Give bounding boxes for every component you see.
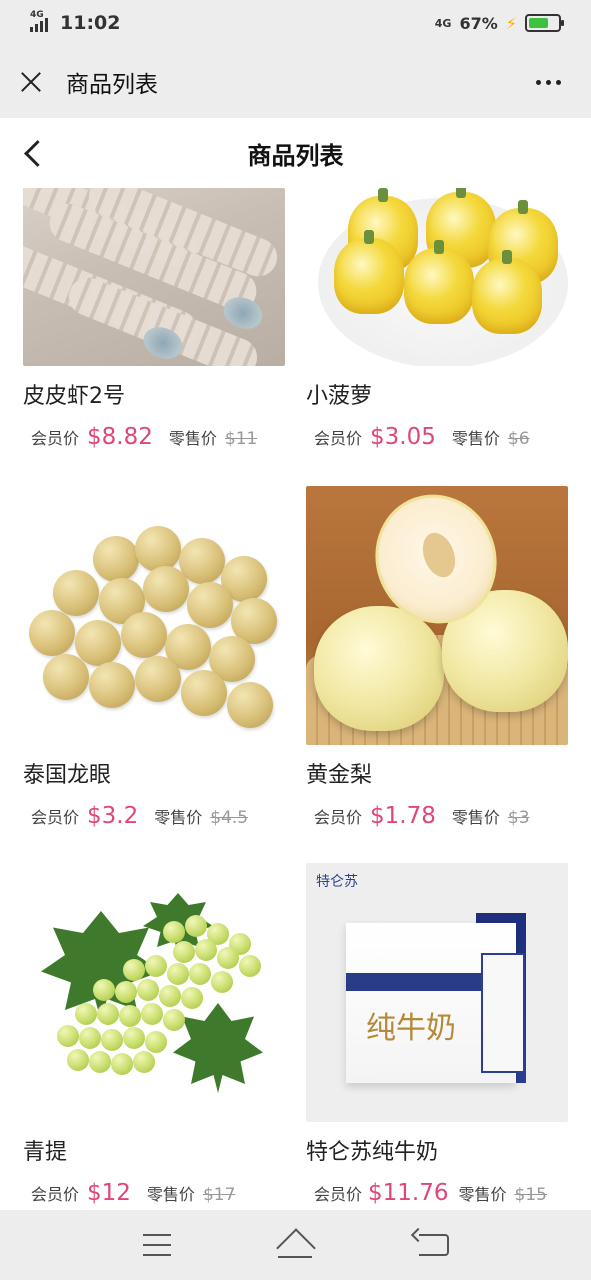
product-image-longan[interactable] — [23, 486, 285, 745]
menu-icon[interactable] — [142, 1234, 171, 1256]
product-image-milk[interactable]: 特仑苏 纯牛奶 — [306, 863, 568, 1122]
product-card[interactable]: 小菠萝 会员价 $3.05 零售价 $6 — [306, 188, 568, 450]
charging-icon: ⚡ — [505, 13, 517, 33]
product-name: 小菠萝 — [306, 384, 373, 409]
price-row: 会员价 $12 零售价 $17 — [23, 1180, 285, 1206]
product-grid: 皮皮虾2号 会员价 $8.82 零售价 $11 小菠萝 会员价 $3.05 零售… — [0, 188, 591, 1210]
product-image-pineapple[interactable] — [306, 188, 568, 366]
product-image-grapes[interactable] — [23, 863, 285, 1122]
price-row: 会员价 $3.05 零售价 $6 — [306, 424, 568, 450]
status-left: 4G 11:02 — [30, 10, 120, 36]
milk-brand-logo: 特仑苏 — [316, 874, 358, 890]
back-icon[interactable] — [22, 138, 44, 168]
member-price: $11.76 — [368, 1180, 449, 1206]
battery-percent: 67% — [459, 13, 498, 33]
milk-box-text: 纯牛奶 — [366, 1011, 456, 1046]
product-card[interactable]: 黄金梨 会员价 $1.78 零售价 $3 — [306, 486, 568, 829]
retail-price: $3 — [507, 808, 530, 828]
wechat-title: 商品列表 — [66, 72, 158, 98]
status-bar: 4G 11:02 4G 67% ⚡ — [0, 0, 591, 46]
close-icon[interactable] — [18, 69, 44, 95]
product-name: 青提 — [23, 1140, 68, 1165]
price-row: 会员价 $8.82 零售价 $11 — [23, 424, 285, 450]
retail-price-label: 零售价 — [146, 1185, 195, 1204]
price-row: 会员价 $1.78 零售价 $3 — [306, 803, 568, 829]
member-price: $3.05 — [370, 424, 436, 450]
product-name: 皮皮虾2号 — [23, 384, 125, 409]
product-name: 特仑苏纯牛奶 — [306, 1140, 439, 1165]
product-name: 黄金梨 — [306, 763, 373, 788]
retail-price-label: 零售价 — [168, 429, 217, 448]
product-card[interactable]: 皮皮虾2号 会员价 $8.82 零售价 $11 — [23, 188, 285, 450]
wechat-title-bar: 商品列表 — [0, 46, 591, 118]
signal-icon: 4G — [30, 10, 52, 36]
status-right: 4G 67% ⚡ — [434, 13, 564, 33]
system-nav-bar — [0, 1210, 591, 1280]
member-price-label: 会员价 — [31, 1185, 80, 1204]
member-price: $3.2 — [87, 803, 139, 829]
home-icon[interactable] — [276, 1232, 314, 1258]
product-image-pear[interactable] — [306, 486, 568, 745]
price-row: 会员价 $11.76 零售价 $15 — [306, 1180, 568, 1206]
retail-price-label: 零售价 — [451, 429, 500, 448]
member-price-label: 会员价 — [314, 429, 363, 448]
network-type-right: 4G — [434, 16, 452, 30]
product-name: 泰国龙眼 — [23, 763, 112, 788]
battery-icon — [525, 14, 564, 32]
more-icon[interactable] — [536, 79, 561, 85]
retail-price: $6 — [507, 429, 530, 449]
retail-price: $17 — [202, 1185, 236, 1205]
back-nav-icon[interactable] — [418, 1234, 449, 1256]
retail-price-label: 零售价 — [451, 808, 500, 827]
product-card[interactable]: 青提 会员价 $12 零售价 $17 — [23, 863, 285, 1206]
price-row: 会员价 $3.2 零售价 $4.5 — [23, 803, 285, 829]
member-price-label: 会员价 — [31, 808, 80, 827]
member-price-label: 会员价 — [31, 429, 80, 448]
retail-price-label: 零售价 — [458, 1185, 507, 1204]
product-image-shrimp[interactable] — [23, 188, 285, 366]
member-price: $12 — [87, 1180, 131, 1206]
product-card[interactable]: 泰国龙眼 会员价 $3.2 零售价 $4.5 — [23, 486, 285, 829]
member-price: $8.82 — [87, 424, 153, 450]
retail-price: $4.5 — [210, 808, 249, 828]
member-price: $1.78 — [370, 803, 436, 829]
member-price-label: 会员价 — [314, 1185, 363, 1204]
retail-price: $15 — [514, 1185, 547, 1205]
page-title: 商品列表 — [247, 141, 344, 170]
product-card[interactable]: 特仑苏 纯牛奶 特仑苏纯牛奶 会员价 $11.76 零售价 $15 — [306, 863, 568, 1206]
member-price-label: 会员价 — [314, 808, 363, 827]
retail-price: $11 — [224, 429, 258, 449]
retail-price-label: 零售价 — [154, 808, 203, 827]
clock: 11:02 — [60, 12, 121, 34]
page-header: 商品列表 — [0, 118, 591, 188]
